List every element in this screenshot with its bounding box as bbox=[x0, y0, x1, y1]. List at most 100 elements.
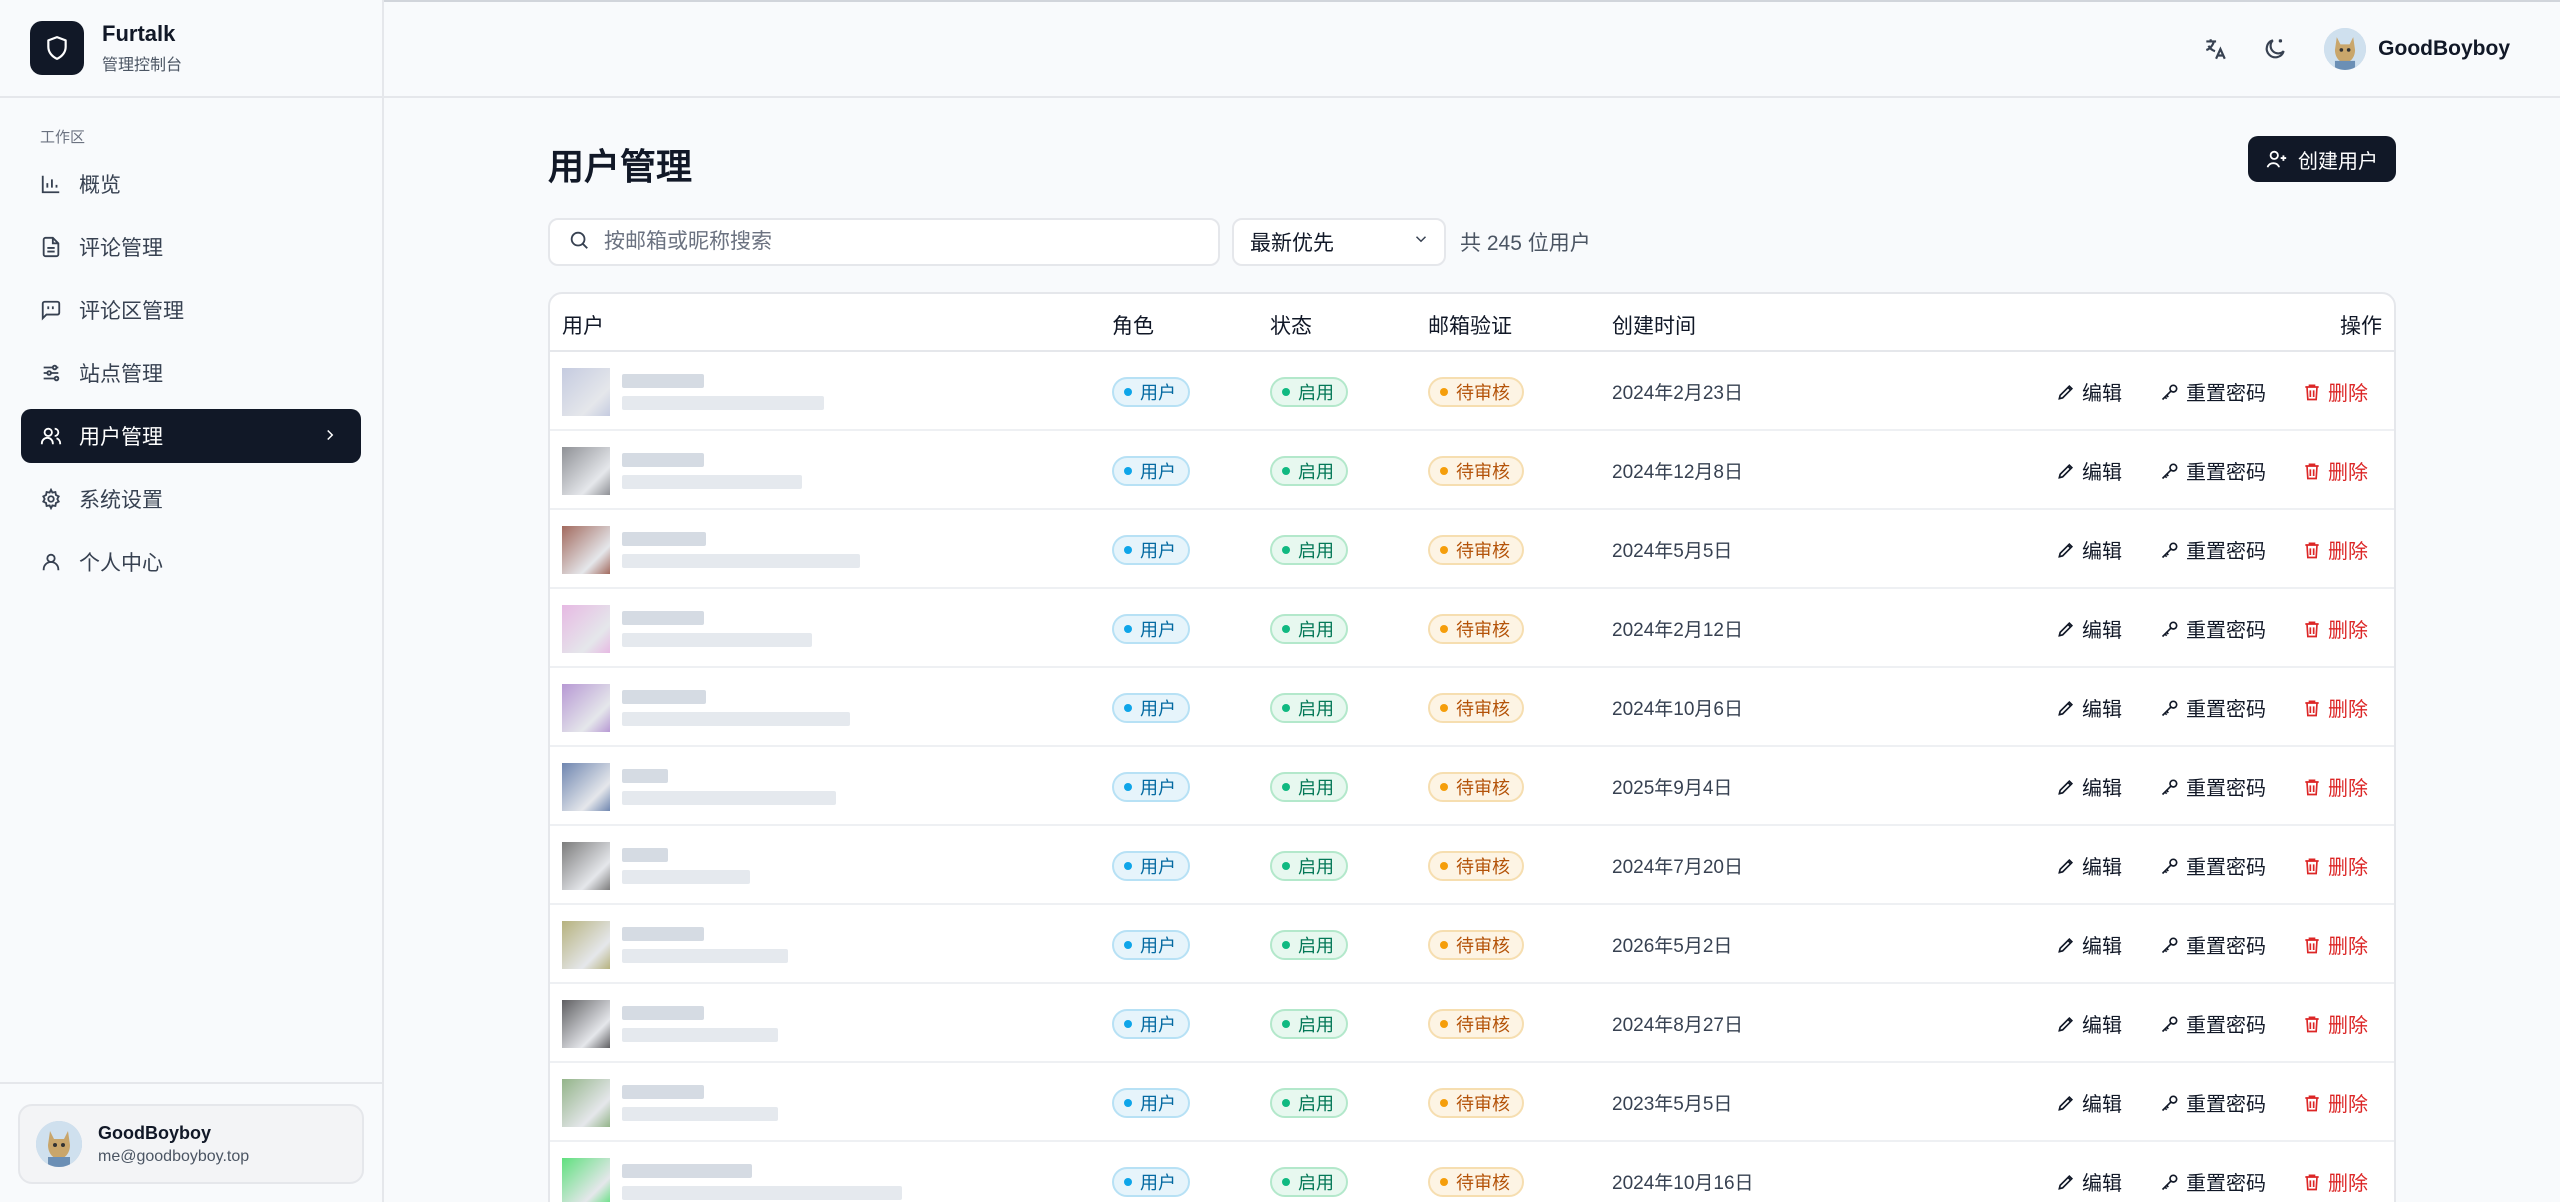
edit-button[interactable]: 编辑 bbox=[2056, 535, 2122, 564]
theme-toggle-icon[interactable] bbox=[2260, 34, 2290, 64]
role-badge: 用户 bbox=[1112, 534, 1190, 565]
sidebar-item-profile[interactable]: 个人中心 bbox=[21, 535, 361, 589]
table-body: 用户 启用 待审核 2024年2月23日 编辑 重置密码 删除 用户 启用 待审… bbox=[550, 352, 2394, 1202]
sidebar-item-settings[interactable]: 系统设置 bbox=[21, 472, 361, 526]
delete-button[interactable]: 删除 bbox=[2302, 535, 2368, 564]
delete-button[interactable]: 删除 bbox=[2302, 614, 2368, 643]
redacted-user-info bbox=[622, 373, 824, 410]
email-verify-badge: 待审核 bbox=[1428, 376, 1524, 407]
email-verify-badge: 待审核 bbox=[1428, 692, 1524, 723]
user-icon bbox=[39, 550, 63, 574]
edit-button[interactable]: 编辑 bbox=[2056, 772, 2122, 801]
create-user-label: 创建用户 bbox=[2298, 150, 2378, 173]
edit-button[interactable]: 编辑 bbox=[2056, 1009, 2122, 1038]
edit-button[interactable]: 编辑 bbox=[2056, 1088, 2122, 1117]
trash-icon bbox=[2302, 935, 2322, 955]
reset-password-button[interactable]: 重置密码 bbox=[2160, 1009, 2266, 1038]
sidebar-item-comments[interactable]: 评论管理 bbox=[21, 220, 361, 274]
reset-password-button[interactable]: 重置密码 bbox=[2160, 614, 2266, 643]
redacted-user-info bbox=[622, 531, 860, 568]
avatar bbox=[562, 683, 610, 732]
redacted-user-info bbox=[622, 926, 788, 963]
sidebar-item-overview[interactable]: 概览 bbox=[21, 157, 361, 211]
table-row: 用户 启用 待审核 2024年7月20日 编辑 重置密码 删除 bbox=[550, 826, 2394, 905]
user-cell bbox=[562, 747, 836, 826]
document-icon bbox=[39, 235, 63, 259]
reset-password-button[interactable]: 重置密码 bbox=[2160, 456, 2266, 485]
col-actions: 操作 bbox=[2340, 315, 2382, 338]
edit-button[interactable]: 编辑 bbox=[2056, 851, 2122, 880]
key-icon bbox=[2160, 1014, 2180, 1034]
reset-password-button[interactable]: 重置密码 bbox=[2160, 1167, 2266, 1196]
edit-button[interactable]: 编辑 bbox=[2056, 377, 2122, 406]
sidebar-item-label: 用户管理 bbox=[79, 426, 163, 449]
gear-icon bbox=[39, 487, 63, 511]
reset-password-button[interactable]: 重置密码 bbox=[2160, 693, 2266, 722]
sort-select[interactable]: 最新优先 bbox=[1232, 218, 1446, 266]
email-verify-badge: 待审核 bbox=[1428, 613, 1524, 644]
redacted-user-info bbox=[622, 1163, 902, 1200]
reset-password-button[interactable]: 重置密码 bbox=[2160, 535, 2266, 564]
key-icon bbox=[2160, 856, 2180, 876]
delete-button[interactable]: 删除 bbox=[2302, 772, 2368, 801]
delete-button[interactable]: 删除 bbox=[2302, 377, 2368, 406]
table-row: 用户 启用 待审核 2024年10月16日 编辑 重置密码 删除 bbox=[550, 1142, 2394, 1202]
trash-icon bbox=[2302, 1014, 2322, 1034]
page-title: 用户管理 bbox=[548, 146, 693, 187]
key-icon bbox=[2160, 935, 2180, 955]
user-cell bbox=[562, 589, 812, 668]
sidebar-item-sites[interactable]: 站点管理 bbox=[21, 346, 361, 400]
delete-button[interactable]: 删除 bbox=[2302, 1088, 2368, 1117]
email-verify-badge: 待审核 bbox=[1428, 929, 1524, 960]
delete-button[interactable]: 删除 bbox=[2302, 1009, 2368, 1038]
edit-button[interactable]: 编辑 bbox=[2056, 614, 2122, 643]
user-cell bbox=[562, 984, 778, 1063]
delete-button[interactable]: 删除 bbox=[2302, 1167, 2368, 1196]
role-badge: 用户 bbox=[1112, 771, 1190, 802]
top-header: GoodBoyboy bbox=[384, 0, 2560, 98]
edit-button[interactable]: 编辑 bbox=[2056, 1167, 2122, 1196]
table-row: 用户 启用 待审核 2024年2月12日 编辑 重置密码 删除 bbox=[550, 589, 2394, 668]
key-icon bbox=[2160, 1172, 2180, 1192]
sidebar-item-users[interactable]: 用户管理 bbox=[21, 409, 361, 463]
sidebar-item-comment-areas[interactable]: 评论区管理 bbox=[21, 283, 361, 337]
reset-password-button[interactable]: 重置密码 bbox=[2160, 772, 2266, 801]
email-verify-badge: 待审核 bbox=[1428, 1166, 1524, 1197]
delete-button[interactable]: 删除 bbox=[2302, 456, 2368, 485]
reset-password-button[interactable]: 重置密码 bbox=[2160, 377, 2266, 406]
delete-button[interactable]: 删除 bbox=[2302, 693, 2368, 722]
pencil-icon bbox=[2056, 856, 2076, 876]
delete-button[interactable]: 删除 bbox=[2302, 930, 2368, 959]
header-user-menu[interactable]: GoodBoyboy bbox=[2324, 28, 2510, 70]
reset-password-button[interactable]: 重置密码 bbox=[2160, 1088, 2266, 1117]
key-icon bbox=[2160, 382, 2180, 402]
search-box[interactable] bbox=[548, 218, 1220, 266]
delete-button[interactable]: 删除 bbox=[2302, 851, 2368, 880]
redacted-user-info bbox=[622, 452, 802, 489]
reset-password-button[interactable]: 重置密码 bbox=[2160, 930, 2266, 959]
pencil-icon bbox=[2056, 1093, 2076, 1113]
role-badge: 用户 bbox=[1112, 850, 1190, 881]
edit-button[interactable]: 编辑 bbox=[2056, 456, 2122, 485]
email-verify-badge: 待审核 bbox=[1428, 534, 1524, 565]
reset-password-button[interactable]: 重置密码 bbox=[2160, 851, 2266, 880]
email-verify-badge: 待审核 bbox=[1428, 1008, 1524, 1039]
search-input[interactable] bbox=[604, 230, 1164, 254]
translate-icon[interactable] bbox=[2200, 34, 2230, 64]
edit-button[interactable]: 编辑 bbox=[2056, 930, 2122, 959]
redacted-user-info bbox=[622, 768, 836, 805]
key-icon bbox=[2160, 461, 2180, 481]
edit-button[interactable]: 编辑 bbox=[2056, 693, 2122, 722]
trash-icon bbox=[2302, 461, 2322, 481]
create-user-button[interactable]: 创建用户 bbox=[2248, 136, 2396, 182]
pencil-icon bbox=[2056, 461, 2076, 481]
redacted-user-info bbox=[622, 610, 812, 647]
current-user-card[interactable]: GoodBoyboy me@goodboyboy.top bbox=[18, 1104, 364, 1184]
sidebar-item-label: 评论区管理 bbox=[79, 300, 184, 323]
divider bbox=[0, 1082, 382, 1084]
brand[interactable]: Furtalk 管理控制台 bbox=[0, 0, 382, 98]
table-row: 用户 启用 待审核 2025年9月4日 编辑 重置密码 删除 bbox=[550, 747, 2394, 826]
status-badge: 启用 bbox=[1270, 929, 1348, 960]
avatar bbox=[562, 525, 610, 574]
email-verify-badge: 待审核 bbox=[1428, 455, 1524, 486]
